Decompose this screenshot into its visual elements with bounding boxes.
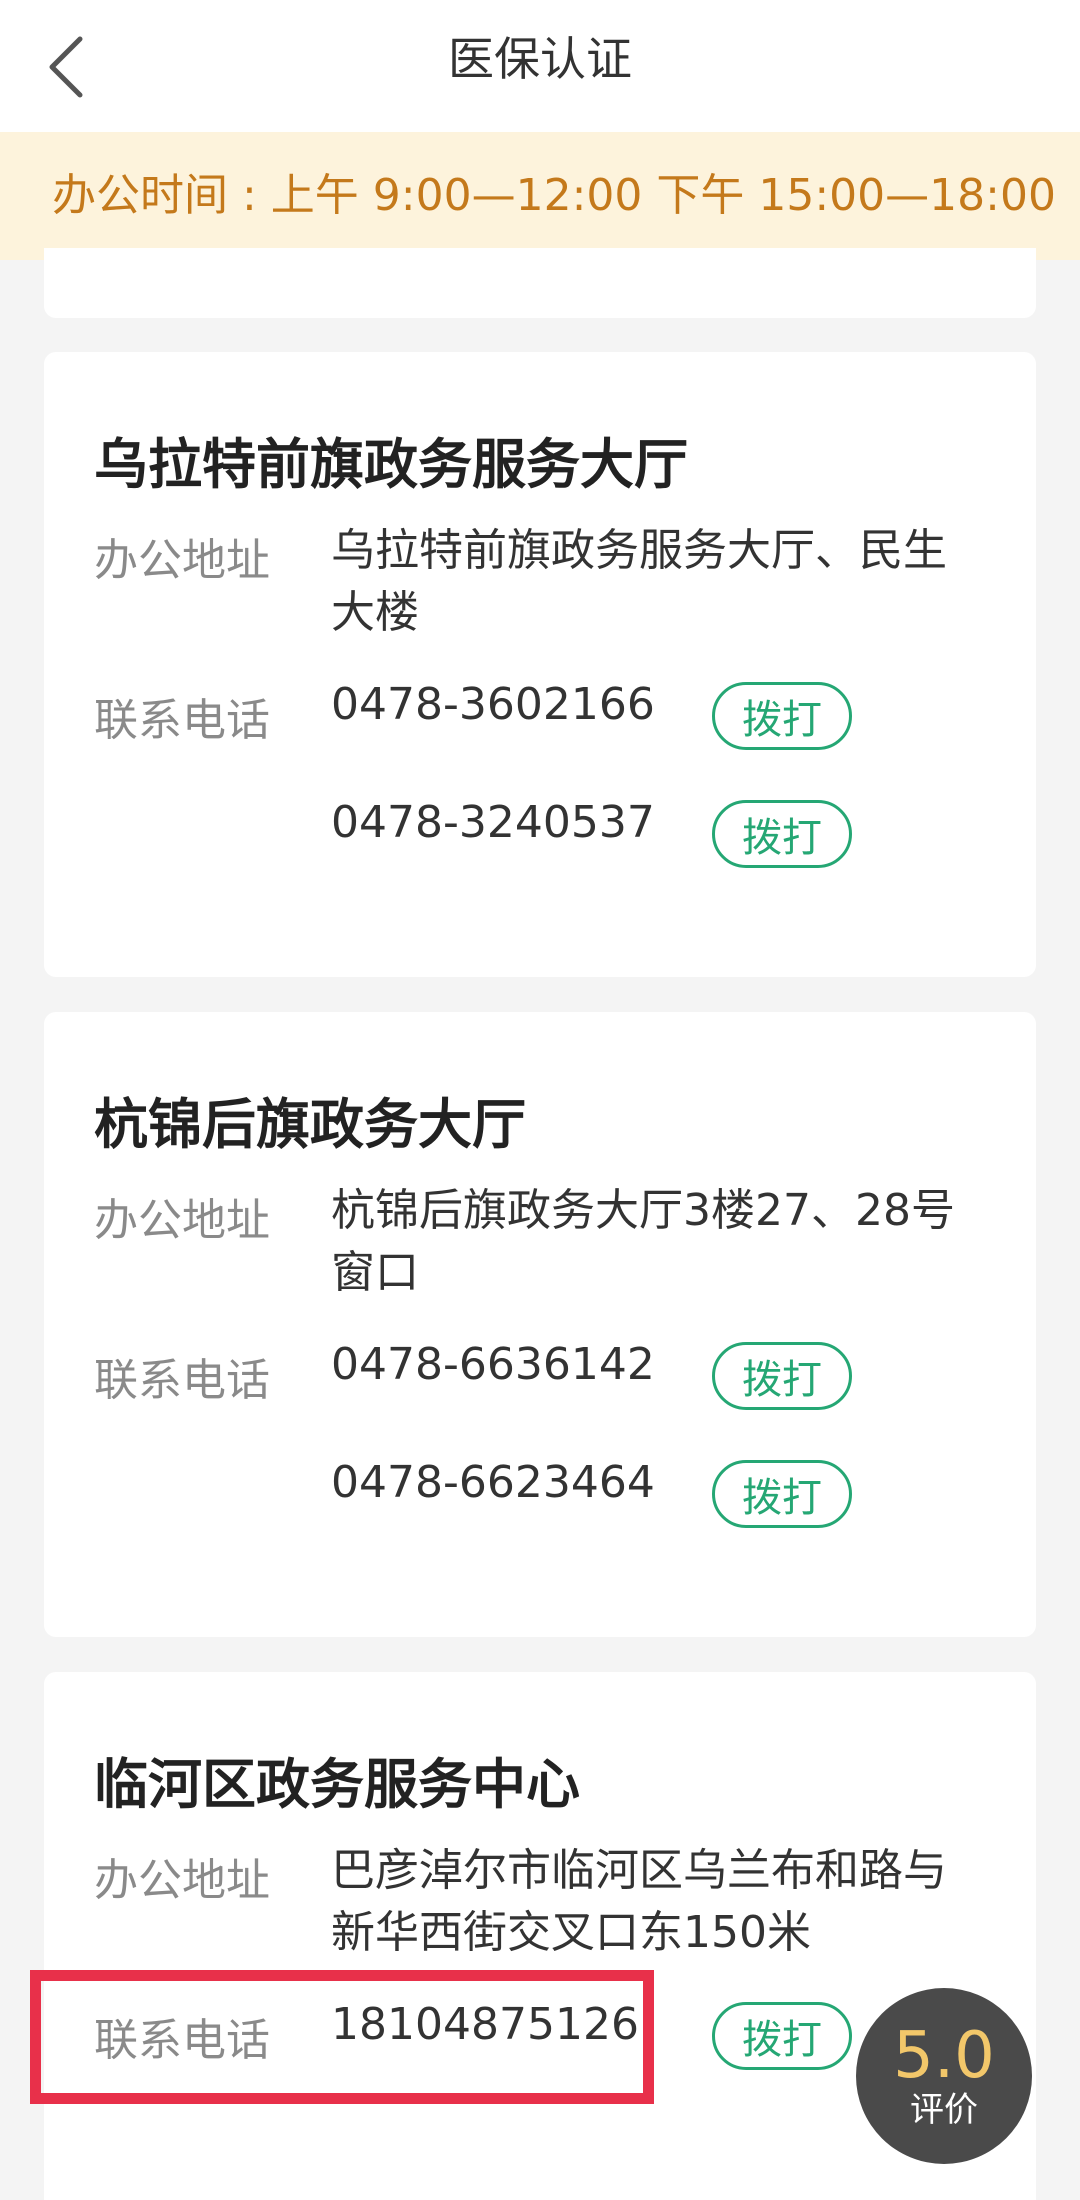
- phone-number: 18104875126: [331, 1999, 639, 2050]
- address-value: 乌拉特前旗政务服务大厅、民生大楼: [331, 525, 947, 638]
- phone-number: 0478-3240537: [331, 797, 655, 848]
- phone-label: 联系电话: [94, 695, 270, 746]
- address-value: 巴彦淖尔市临河区乌兰布和路与新华西街交叉口东150米: [331, 1845, 947, 1958]
- phone-label: 联系电话: [94, 1355, 270, 1406]
- rating-score: 5.0: [893, 2019, 995, 2093]
- phone-label: 联系电话: [94, 2015, 270, 2066]
- rating-button[interactable]: 5.0 评价: [856, 1988, 1032, 2164]
- call-button[interactable]: 拨打: [712, 682, 852, 750]
- office-name: 乌拉特前旗政务服务大厅: [94, 433, 688, 496]
- office-card-previous: [44, 248, 1036, 318]
- office-hours-notice: 办公时间 : 上午 9:00—12:00 下午 15:00—18:00: [0, 132, 1080, 260]
- phone-number: 0478-6623464: [331, 1457, 655, 1508]
- call-button[interactable]: 拨打: [712, 1460, 852, 1528]
- address-value: 杭锦后旗政务大厅3楼27、28号窗口: [331, 1185, 955, 1298]
- rating-label: 评价: [910, 2090, 978, 2130]
- office-name: 临河区政务服务中心: [94, 1753, 580, 1816]
- phone-number: 0478-6636142: [331, 1339, 655, 1390]
- address-label: 办公地址: [94, 535, 270, 586]
- call-button[interactable]: 拨打: [712, 800, 852, 868]
- header-bar: 医保认证: [0, 0, 1080, 132]
- office-name: 杭锦后旗政务大厅: [94, 1093, 526, 1156]
- page-title: 医保认证: [448, 32, 632, 86]
- office-card: 乌拉特前旗政务服务大厅 办公地址 乌拉特前旗政务服务大厅、民生大楼 联系电话 0…: [44, 352, 1036, 977]
- call-button[interactable]: 拨打: [712, 1342, 852, 1410]
- office-card: 杭锦后旗政务大厅 办公地址 杭锦后旗政务大厅3楼27、28号窗口 联系电话 04…: [44, 1012, 1036, 1637]
- address-label: 办公地址: [94, 1195, 270, 1246]
- call-button[interactable]: 拨打: [712, 2002, 852, 2070]
- address-label: 办公地址: [94, 1855, 270, 1906]
- phone-number: 0478-3602166: [331, 679, 655, 730]
